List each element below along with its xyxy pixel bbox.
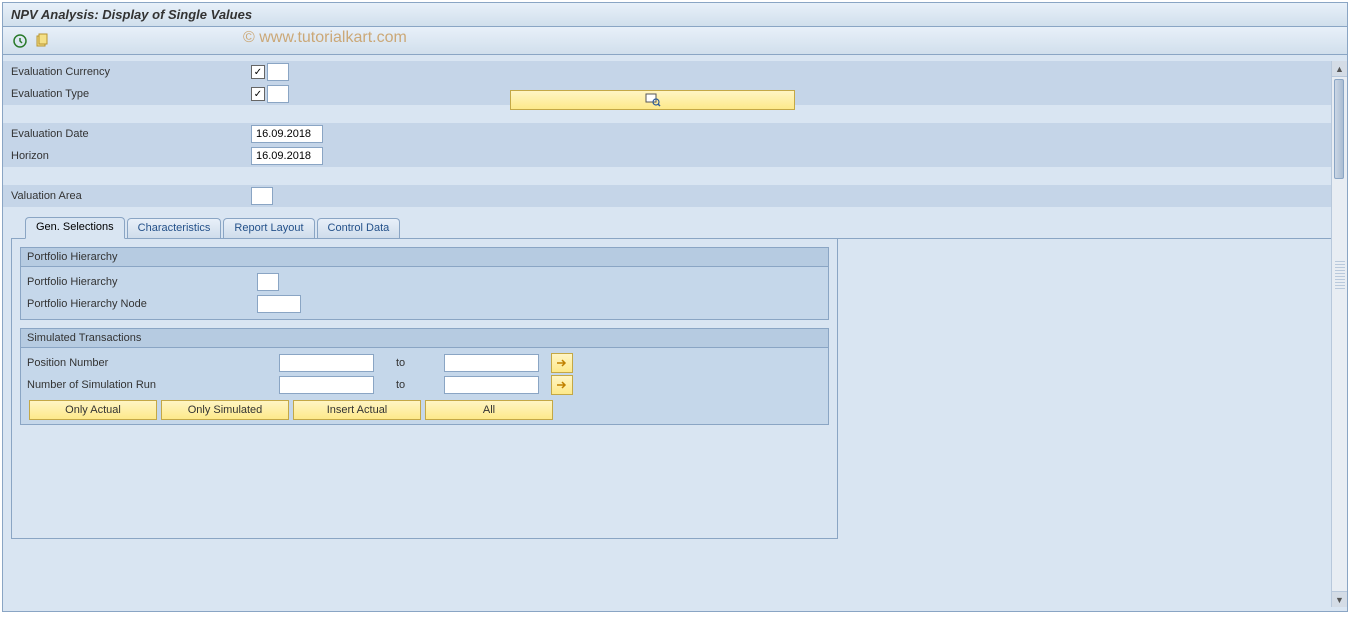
group-simulated-transactions: Simulated Transactions Position Number t…: [20, 328, 829, 425]
tab-gen-selections[interactable]: Gen. Selections: [25, 217, 125, 239]
label-portfolio-node: Portfolio Hierarchy Node: [27, 298, 257, 310]
input-eval-date[interactable]: [251, 125, 323, 143]
tab-report-layout[interactable]: Report Layout: [223, 218, 314, 238]
scroll-down-icon[interactable]: ▼: [1332, 591, 1347, 607]
variant-icon[interactable]: [33, 32, 51, 50]
label-to: to: [396, 357, 444, 369]
tabs-container: Gen. Selections Characteristics Report L…: [11, 217, 1339, 539]
label-portfolio-hierarchy: Portfolio Hierarchy: [27, 276, 257, 288]
page-title: NPV Analysis: Display of Single Values: [3, 3, 1347, 27]
row-eval-currency: Evaluation Currency ✓: [3, 61, 1347, 83]
content-area: Evaluation Currency ✓ Evaluation Type ✓ …: [3, 55, 1347, 611]
input-valuation-area[interactable]: [251, 187, 273, 205]
required-check-icon: ✓: [251, 87, 265, 101]
btn-all[interactable]: All: [425, 400, 553, 420]
search-help-bar[interactable]: [510, 90, 795, 110]
row-valuation-area: Valuation Area: [3, 185, 1347, 207]
tab-strip: Gen. Selections Characteristics Report L…: [11, 217, 1339, 239]
btn-only-simulated[interactable]: Only Simulated: [161, 400, 289, 420]
label-eval-currency: Evaluation Currency: [11, 66, 251, 78]
arrow-right-icon: [555, 357, 569, 369]
execute-icon[interactable]: [11, 32, 29, 50]
btn-only-actual[interactable]: Only Actual: [29, 400, 157, 420]
input-portfolio-node[interactable]: [257, 295, 301, 313]
scroll-up-icon[interactable]: ▲: [1332, 61, 1347, 77]
watermark: © www.tutorialkart.com: [243, 29, 407, 47]
label-sim-run: Number of Simulation Run: [27, 379, 279, 391]
label-eval-type: Evaluation Type: [11, 88, 251, 100]
input-simrun-from[interactable]: [279, 376, 374, 394]
multi-select-button[interactable]: [551, 353, 573, 373]
group-title-simulated: Simulated Transactions: [21, 329, 828, 348]
row-horizon: Horizon: [3, 145, 1347, 167]
group-portfolio-hierarchy: Portfolio Hierarchy Portfolio Hierarchy …: [20, 247, 829, 320]
scroll-thumb[interactable]: [1334, 79, 1344, 179]
label-position-number: Position Number: [27, 357, 279, 369]
label-to: to: [396, 379, 444, 391]
group-title-portfolio: Portfolio Hierarchy: [21, 248, 828, 267]
search-icon: [645, 93, 661, 107]
btn-insert-actual[interactable]: Insert Actual: [293, 400, 421, 420]
input-simrun-to[interactable]: [444, 376, 539, 394]
required-check-icon: ✓: [251, 65, 265, 79]
row-eval-date: Evaluation Date: [3, 123, 1347, 145]
input-position-from[interactable]: [279, 354, 374, 372]
input-horizon[interactable]: [251, 147, 323, 165]
tab-characteristics[interactable]: Characteristics: [127, 218, 222, 238]
multi-select-button[interactable]: [551, 375, 573, 395]
toolbar: © www.tutorialkart.com: [3, 27, 1347, 55]
tab-panel: Portfolio Hierarchy Portfolio Hierarchy …: [11, 239, 838, 539]
arrow-right-icon: [555, 379, 569, 391]
scroll-grip: [1335, 261, 1345, 291]
input-eval-type[interactable]: [267, 85, 289, 103]
input-portfolio-hierarchy[interactable]: [257, 273, 279, 291]
input-eval-currency[interactable]: [267, 63, 289, 81]
label-valuation-area: Valuation Area: [11, 190, 251, 202]
vertical-scrollbar[interactable]: ▲ ▼: [1331, 61, 1347, 607]
label-horizon: Horizon: [11, 150, 251, 162]
tab-control-data[interactable]: Control Data: [317, 218, 401, 238]
input-position-to[interactable]: [444, 354, 539, 372]
label-eval-date: Evaluation Date: [11, 128, 251, 140]
